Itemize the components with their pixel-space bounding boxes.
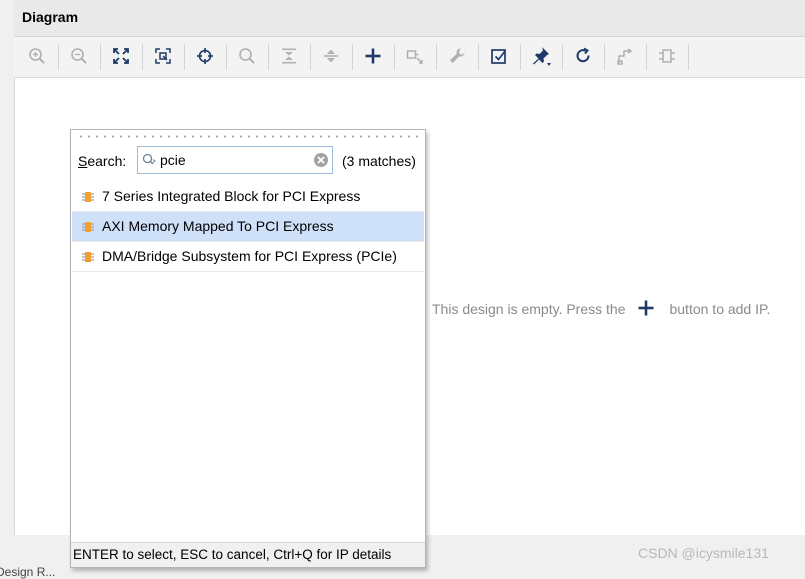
empty-design-message: This design is empty. Press the button to…	[432, 299, 770, 320]
toolbar-separator	[58, 44, 59, 70]
search-icon[interactable]	[236, 45, 258, 67]
zoom-in-icon[interactable]	[26, 45, 48, 67]
empty-message-after: button to add IP.	[669, 301, 771, 317]
toolbar-separator	[562, 44, 563, 70]
ip-chip-icon	[81, 190, 95, 207]
zoom-selection-icon[interactable]	[152, 45, 174, 67]
interface-icon[interactable]	[656, 45, 678, 67]
search-result-item[interactable]: DMA/Bridge Subsystem for PCI Express (PC…	[72, 242, 424, 272]
toolbar-separator	[646, 44, 647, 70]
toolbar-separator	[268, 44, 269, 70]
toolbar-separator	[184, 44, 185, 70]
ip-search-popup: Search: (3 matches) 7 Series Integrated …	[70, 129, 426, 568]
validate-design-icon[interactable]	[488, 45, 510, 67]
search-input[interactable]	[160, 151, 310, 169]
zoom-fit-icon[interactable]	[110, 45, 132, 67]
toolbar-separator	[604, 44, 605, 70]
optimize-routing-icon[interactable]	[614, 45, 636, 67]
ip-chip-icon	[81, 250, 95, 267]
add-ip-hint-icon[interactable]	[637, 299, 657, 320]
expand-all-icon[interactable]	[320, 45, 342, 67]
pin-icon[interactable]	[530, 45, 552, 67]
collapse-all-icon[interactable]	[278, 45, 300, 67]
toolbar-separator	[688, 44, 689, 70]
diagram-toolbar	[14, 37, 805, 78]
toolbar-separator	[478, 44, 479, 70]
search-label-text: earch:	[87, 153, 127, 169]
search-label: Search:	[78, 153, 126, 169]
watermark: CSDN @icysmile131	[638, 545, 769, 561]
toolbar-separator	[226, 44, 227, 70]
panel-title: Diagram	[22, 9, 79, 25]
search-result-item[interactable]: 7 Series Integrated Block for PCI Expres…	[72, 182, 424, 212]
search-result-label: 7 Series Integrated Block for PCI Expres…	[102, 188, 361, 204]
toolbar-separator	[436, 44, 437, 70]
bottom-tab-design-runs[interactable]: Design R...	[0, 565, 55, 579]
match-count: (3 matches)	[342, 153, 416, 169]
empty-message-before: This design is empty. Press the	[432, 301, 626, 317]
search-result-label: DMA/Bridge Subsystem for PCI Express (PC…	[102, 248, 397, 264]
toolbar-separator	[100, 44, 101, 70]
search-result-label: AXI Memory Mapped To PCI Express	[102, 218, 334, 234]
search-result-item-selected[interactable]: AXI Memory Mapped To PCI Express	[72, 212, 424, 242]
make-connection-icon[interactable]	[404, 45, 426, 67]
regenerate-layout-icon[interactable]	[572, 45, 594, 67]
auto-fit-target-icon[interactable]	[194, 45, 216, 67]
search-results-list: 7 Series Integrated Block for PCI Expres…	[72, 182, 424, 272]
popup-footer-hint: ENTER to select, ESC to cancel, Ctrl+Q f…	[73, 547, 392, 562]
search-field-icon	[142, 153, 156, 172]
clear-search-icon[interactable]	[313, 152, 329, 168]
popup-footer: ENTER to select, ESC to cancel, Ctrl+Q f…	[71, 542, 425, 567]
diagram-panel-header: Diagram	[14, 0, 805, 37]
popup-drag-handle[interactable]	[77, 135, 419, 138]
zoom-out-icon[interactable]	[68, 45, 90, 67]
toolbar-separator	[142, 44, 143, 70]
search-field[interactable]	[137, 146, 333, 174]
search-label-access-key: S	[78, 153, 88, 169]
wrench-icon[interactable]	[446, 45, 468, 67]
search-row: Search: (3 matches)	[71, 144, 425, 180]
ip-chip-icon	[81, 220, 95, 237]
toolbar-separator	[394, 44, 395, 70]
add-ip-icon[interactable]	[362, 45, 384, 67]
toolbar-separator	[352, 44, 353, 70]
toolbar-separator	[310, 44, 311, 70]
toolbar-separator	[520, 44, 521, 70]
